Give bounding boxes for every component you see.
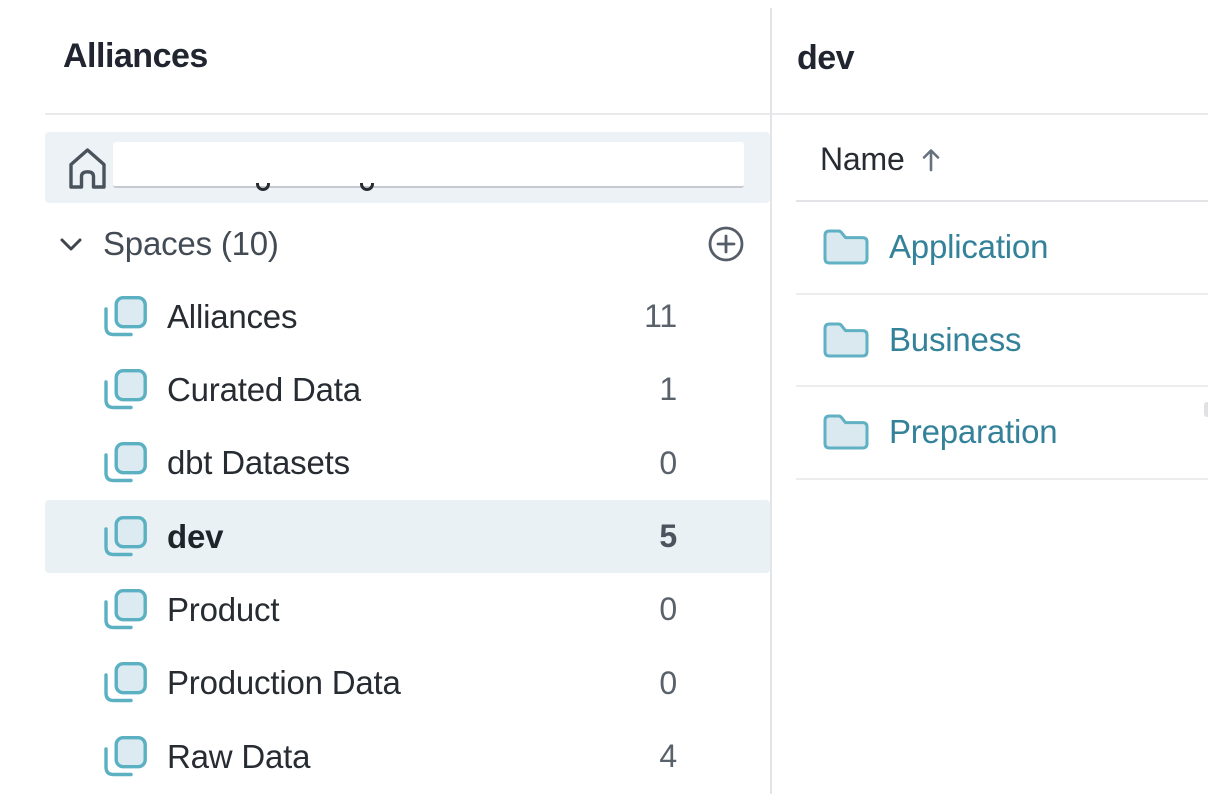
dataset-count: 0 (659, 591, 677, 628)
folder-row-business[interactable]: Business (796, 295, 1208, 388)
space-icon (103, 516, 147, 558)
folder-link[interactable]: Preparation (889, 413, 1057, 451)
folder-row-application[interactable]: Application (796, 202, 1208, 295)
chevron-down-icon[interactable] (58, 231, 84, 257)
text-descender-mark (256, 183, 270, 191)
dataset-count: 11 (644, 298, 677, 335)
edge-artifact (1204, 402, 1208, 417)
folder-icon (823, 322, 869, 358)
folder-list: Application Business Preparation (772, 202, 1208, 480)
spaces-section-header: Spaces (10) (45, 210, 770, 278)
sidebar-title: Alliances (63, 39, 208, 73)
space-icon (103, 369, 147, 411)
sidebar-item-production-data[interactable]: Production Data 0 (45, 647, 770, 720)
sidebar-divider (45, 113, 770, 115)
dataset-count: 4 (659, 738, 677, 775)
space-name: Curated Data (167, 371, 659, 409)
sidebar-item-alliances[interactable]: Alliances 11 (45, 280, 770, 353)
sidebar-item-dev[interactable]: dev 5 (45, 500, 770, 573)
dataset-count: 5 (659, 518, 677, 555)
space-name: Production Data (167, 664, 659, 702)
name-column-label: Name (820, 141, 905, 178)
spaces-sidebar: Alliances Spaces (10) (0, 0, 770, 794)
space-name: dbt Datasets (167, 444, 659, 482)
space-icon (103, 662, 147, 704)
sidebar-item-raw-data[interactable]: Raw Data 4 (45, 720, 770, 793)
folder-icon (823, 414, 869, 450)
sidebar-item-product[interactable]: Product 0 (45, 573, 770, 646)
sidebar-item-curated-data[interactable]: Curated Data 1 (45, 353, 770, 426)
space-list: Alliances 11 Curated Data 1 dbt Datasets (45, 280, 770, 793)
dataset-count: 0 (659, 665, 677, 702)
sidebar-item-dbt-datasets[interactable]: dbt Datasets 0 (45, 427, 770, 500)
folder-link[interactable]: Application (889, 228, 1048, 266)
space-name: Product (167, 591, 659, 629)
folder-row-preparation[interactable]: Preparation (796, 387, 1208, 480)
space-name: Raw Data (167, 738, 659, 776)
spaces-section-label: Spaces (10) (103, 225, 279, 263)
text-descender-mark (360, 183, 374, 191)
redacted-text-overlay (113, 142, 744, 188)
column-header-name[interactable]: Name (820, 134, 941, 184)
dataset-count: 1 (659, 371, 677, 408)
space-name: Alliances (167, 298, 644, 336)
page-title: dev (797, 41, 854, 75)
home-icon (67, 145, 108, 197)
dataset-count: 0 (659, 445, 677, 482)
plus-circle-icon (707, 225, 745, 263)
sort-ascending-icon (921, 146, 941, 173)
space-name: dev (167, 518, 659, 556)
title-divider (772, 113, 1208, 115)
folder-link[interactable]: Business (889, 321, 1021, 359)
folder-icon (823, 229, 869, 265)
space-icon (103, 442, 147, 484)
space-icon (103, 589, 147, 631)
space-icon (103, 736, 147, 778)
space-icon (103, 296, 147, 338)
home-row[interactable] (45, 132, 770, 203)
space-contents-panel: dev Name Application Business (772, 0, 1208, 794)
add-space-button[interactable] (707, 225, 745, 263)
